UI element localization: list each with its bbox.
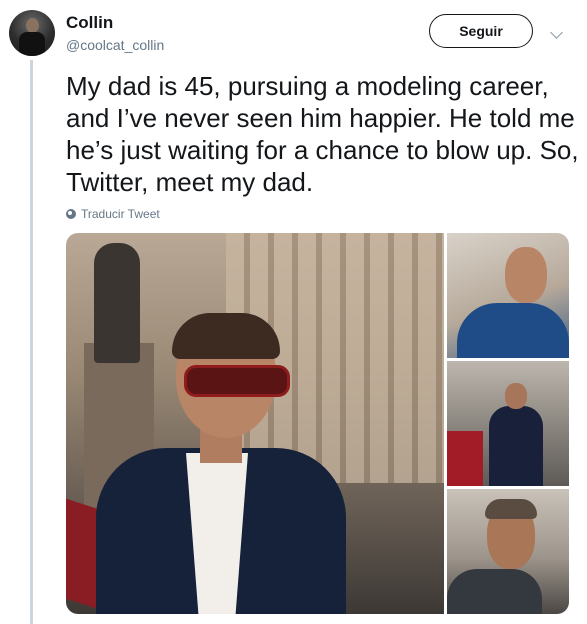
photo-car: [447, 431, 483, 486]
photo-top-right[interactable]: [447, 233, 569, 358]
chevron-down-icon[interactable]: [550, 26, 563, 39]
photo-person-hair: [485, 499, 537, 519]
photo-person-jacket: [447, 569, 542, 614]
avatar-head: [26, 18, 39, 33]
photo-person-face: [505, 383, 527, 409]
globe-icon: [66, 209, 76, 219]
media-grid: [66, 233, 569, 614]
author-handle[interactable]: @coolcat_collin: [66, 37, 164, 53]
thread-line: [30, 60, 33, 624]
photo-person-suit: [489, 406, 543, 486]
author-name[interactable]: Collin: [66, 13, 113, 33]
photo-person-hair: [172, 313, 280, 359]
translate-tweet-link[interactable]: Traducir Tweet: [66, 207, 160, 221]
photo-person-jacket: [457, 303, 569, 358]
photo-person-sunglasses: [184, 365, 290, 397]
photo-person-face: [505, 247, 547, 303]
photo-bottom-right[interactable]: [447, 489, 569, 614]
photo-main[interactable]: [66, 233, 444, 614]
photo-middle-right[interactable]: [447, 361, 569, 486]
avatar-body: [19, 32, 45, 56]
follow-button[interactable]: Seguir: [429, 14, 533, 48]
tweet-text: My dad is 45, pursuing a modeling career…: [66, 71, 579, 197]
avatar[interactable]: [9, 10, 55, 56]
photo-statue: [94, 243, 140, 363]
translate-label: Traducir Tweet: [81, 207, 160, 221]
